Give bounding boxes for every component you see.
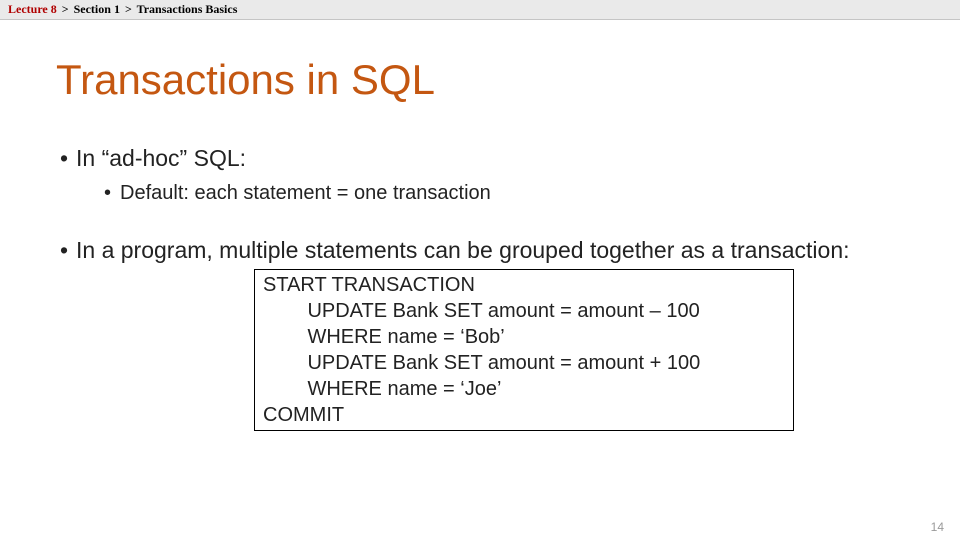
sub-bullet-list: •Default: each statement = one transacti… bbox=[60, 181, 904, 206]
bullet-2: •In a program, multiple statements can b… bbox=[60, 236, 904, 431]
page-number: 14 bbox=[931, 520, 944, 534]
bullet-1: •In “ad-hoc” SQL: •Default: each stateme… bbox=[60, 144, 904, 206]
breadcrumb-item-2: Section 1 bbox=[74, 2, 120, 16]
breadcrumb: Lecture 8 > Section 1 > Transactions Bas… bbox=[0, 0, 960, 20]
bullet-list: •In “ad-hoc” SQL: •Default: each stateme… bbox=[56, 144, 904, 431]
slide-body: Transactions in SQL •In “ad-hoc” SQL: •D… bbox=[0, 20, 960, 540]
breadcrumb-sep: > bbox=[62, 2, 69, 16]
bullet-1-text: In “ad-hoc” SQL: bbox=[76, 145, 246, 171]
breadcrumb-sep: > bbox=[125, 2, 132, 16]
slide-title: Transactions in SQL bbox=[56, 56, 904, 104]
bullet-icon: • bbox=[60, 145, 76, 172]
bullet-1-sub-1-text: Default: each statement = one transactio… bbox=[120, 182, 491, 204]
bullet-icon: • bbox=[104, 182, 120, 205]
bullet-icon: • bbox=[60, 237, 76, 264]
bullet-2-text: In a program, multiple statements can be… bbox=[76, 237, 850, 263]
breadcrumb-item-3: Transactions Basics bbox=[137, 2, 238, 16]
sql-code-block: START TRANSACTION UPDATE Bank SET amount… bbox=[254, 269, 794, 431]
bullet-1-sub-1: •Default: each statement = one transacti… bbox=[104, 181, 904, 206]
breadcrumb-item-1: Lecture 8 bbox=[8, 2, 57, 16]
